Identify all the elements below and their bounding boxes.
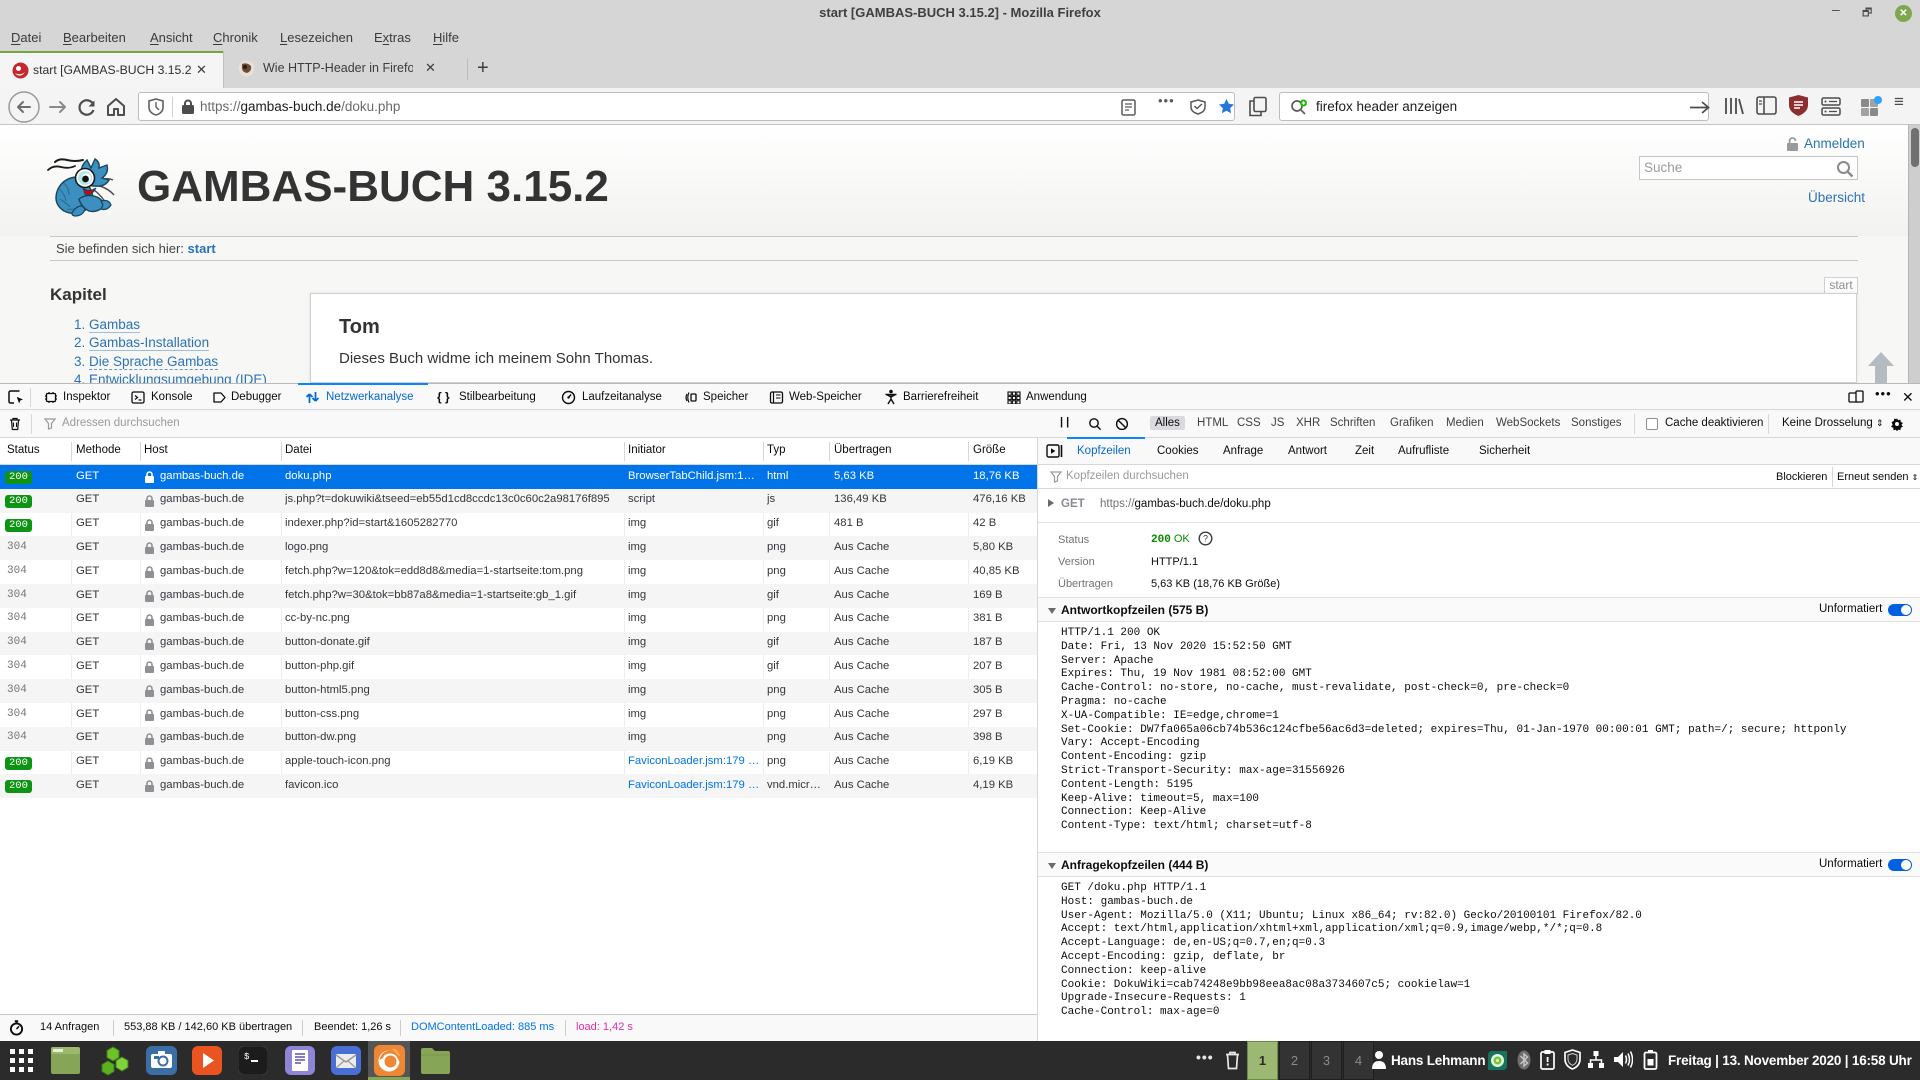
svg-text:?: ? xyxy=(1203,534,1208,544)
svg-text:$: $ xyxy=(244,1052,250,1062)
